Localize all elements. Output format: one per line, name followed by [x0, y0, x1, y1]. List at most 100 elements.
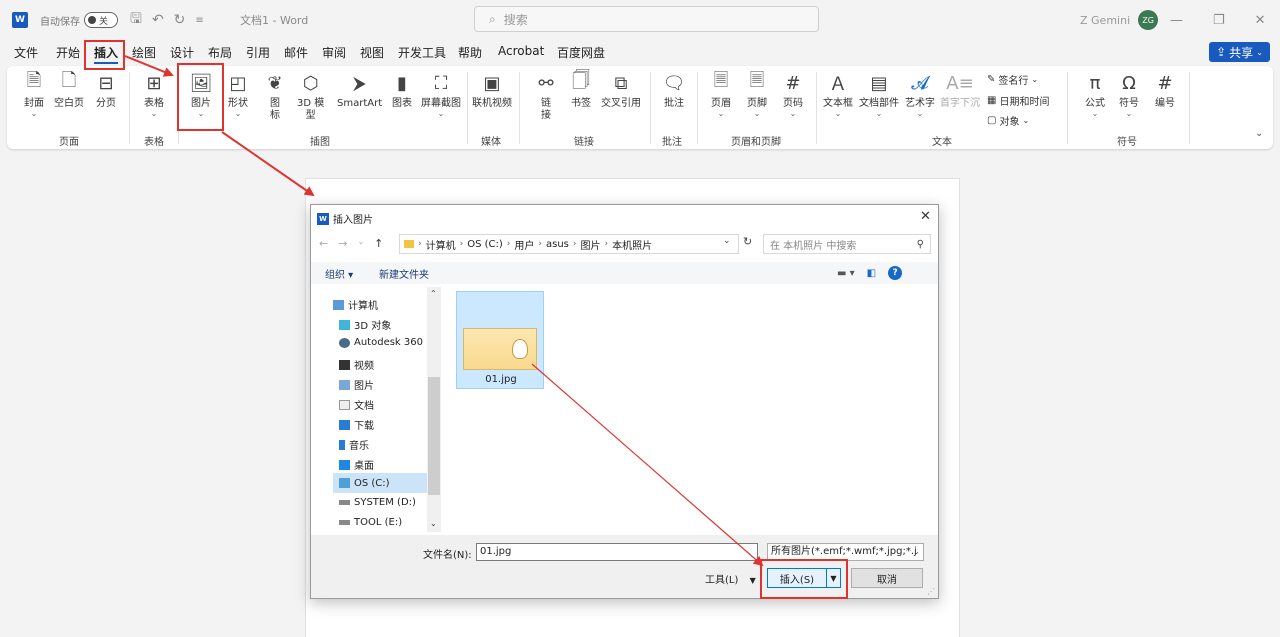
tab-draw[interactable]: 绘图 [132, 44, 156, 61]
autosave-control[interactable]: 自动保存 关 [40, 0, 118, 40]
numbering-button[interactable]: # 编号 [1153, 70, 1177, 110]
screenshot-button[interactable]: ⛶ 屏幕截图 ⌄ [421, 70, 461, 118]
nav-item-music[interactable]: 音乐 [339, 437, 369, 452]
breadcrumb-users[interactable]: 用户 [514, 237, 534, 252]
cancel-button[interactable]: 取消 [851, 568, 923, 588]
date-time-button[interactable]: ▦ 日期和时间 [987, 93, 1049, 108]
tab-developer[interactable]: 开发工具 [398, 44, 446, 61]
tab-references[interactable]: 引用 [246, 44, 270, 61]
document-title: 文档1 - Word [240, 14, 309, 27]
breadcrumb-os-c[interactable]: OS (C:) [467, 239, 503, 250]
tab-file[interactable]: 文件 [14, 44, 38, 61]
close-icon[interactable]: ✕ [920, 209, 931, 224]
tab-mailings[interactable]: 邮件 [284, 44, 308, 61]
up-icon[interactable]: ↑ [374, 237, 383, 250]
cover-page-button[interactable]: 🗎 封面 ⌄ [22, 70, 46, 118]
header-button[interactable]: 🗏 页眉 ⌄ [709, 70, 733, 118]
folder-search-placeholder: 在 本机照片 中搜索 [770, 240, 857, 252]
quick-access-toolbar: 🖫 ↶ ↻ ≡ [130, 0, 204, 40]
shapes-button[interactable]: ◰ 形状 ⌄ [226, 70, 250, 118]
file-item[interactable]: 01.jpg [456, 291, 544, 389]
tools-dropdown[interactable]: 工具(L) ▼ [705, 571, 756, 586]
nav-item-documents[interactable]: 文档 [339, 397, 374, 412]
breadcrumb-asus[interactable]: asus [546, 239, 569, 250]
avatar[interactable]: ZG [1138, 10, 1159, 30]
chevron-down-icon[interactable]: ⌄ [430, 519, 437, 528]
minimize-icon[interactable]: — [1170, 13, 1183, 28]
filename-input[interactable]: 01.jpg [476, 543, 758, 561]
table-button[interactable]: ⊞ 表格 ⌄ [142, 70, 166, 118]
nav-item-computer[interactable]: 计算机 [333, 297, 378, 312]
nav-item-3d-objects[interactable]: 3D 对象 [339, 317, 391, 332]
folder-search-input[interactable]: 在 本机照片 中搜索 ⚲ [763, 234, 931, 254]
tab-baidu[interactable]: 百度网盘 [557, 44, 605, 61]
tab-acrobat[interactable]: Acrobat [498, 44, 544, 58]
share-button[interactable]: ⇪ 共享 ⌄ [1209, 42, 1270, 62]
collapse-ribbon-icon[interactable]: ⌄ [1255, 128, 1263, 139]
breadcrumb-computer[interactable]: 计算机 [426, 237, 456, 252]
resize-grip-icon[interactable]: ⋰ [927, 587, 935, 596]
tab-design[interactable]: 设计 [170, 44, 194, 61]
symbol-button[interactable]: Ω 符号 ⌄ [1117, 70, 1141, 118]
object-button[interactable]: ▢ 对象 ⌄ [987, 113, 1029, 128]
3d-models-button[interactable]: ⬡ 3D 模 型 [297, 70, 324, 122]
nav-item-os-c[interactable]: OS (C:) [333, 473, 427, 493]
nav-item-tool-e[interactable]: TOOL (E:) [339, 517, 402, 528]
nav-item-desktop[interactable]: 桌面 [339, 457, 374, 472]
smartart-button[interactable]: ⮞ SmartArt [337, 70, 382, 110]
back-icon[interactable]: ← [319, 237, 328, 250]
save-icon[interactable]: 🖫 [130, 8, 142, 32]
restore-icon[interactable]: ❐ [1213, 13, 1225, 28]
tab-help[interactable]: 帮助 [458, 44, 482, 61]
chart-button[interactable]: ▮ 图表 [390, 70, 414, 110]
chevron-up-icon[interactable]: ⌃ [430, 289, 437, 298]
nav-item-pictures[interactable]: 图片 [339, 377, 374, 392]
link-button[interactable]: ⚯ 链 接 [534, 70, 558, 122]
nav-item-downloads[interactable]: 下载 [339, 417, 374, 432]
customize-icon[interactable]: ≡ [195, 15, 203, 26]
organize-button[interactable]: 组织 ▾ [325, 266, 353, 281]
refresh-icon[interactable]: ↻ [743, 235, 757, 253]
nav-item-videos[interactable]: 视频 [339, 357, 374, 372]
equation-button[interactable]: π 公式 ⌄ [1083, 70, 1107, 118]
chevron-down-icon[interactable]: ⌄ [357, 237, 364, 250]
new-folder-button[interactable]: 新建文件夹 [379, 266, 429, 281]
close-icon[interactable]: ✕ [1255, 13, 1266, 28]
textbox-button[interactable]: Ａ 文本框 ⌄ [823, 70, 853, 118]
autosave-toggle[interactable]: 关 [84, 12, 118, 28]
page-number-button[interactable]: # 页码 ⌄ [781, 70, 805, 118]
user-account[interactable]: Z Gemini ZG [1080, 0, 1159, 40]
tab-home[interactable]: 开始 [56, 44, 80, 61]
wordart-button[interactable]: 𝓐 艺术字 ⌄ [905, 70, 935, 118]
page-break-button[interactable]: ⊟ 分页 [94, 70, 118, 110]
tab-view[interactable]: 视图 [360, 44, 384, 61]
forward-icon[interactable]: → [338, 237, 347, 250]
redo-icon[interactable]: ↻ [174, 12, 186, 28]
nav-item-system-d[interactable]: SYSTEM (D:) [339, 497, 416, 508]
undo-icon[interactable]: ↶ [152, 12, 164, 28]
icons-button[interactable]: ❦ 图 标 [263, 70, 287, 122]
tab-layout[interactable]: 布局 [208, 44, 232, 61]
tab-review[interactable]: 审阅 [322, 44, 346, 61]
chevron-down-icon[interactable]: ⌄ [723, 236, 731, 246]
drop-cap-button[interactable]: A≡ 首字下沉 [940, 70, 980, 110]
footer-button[interactable]: 🗏 页脚 ⌄ [745, 70, 769, 118]
blank-label: 空白页 [54, 98, 84, 109]
view-mode-icon[interactable]: ▬ ▾ [837, 268, 855, 279]
quick-parts-button[interactable]: ▤ 文档部件 ⌄ [859, 70, 899, 118]
address-bar[interactable]: › 计算机 › OS (C:) › 用户 › asus › 图片 › 本机照片 [399, 234, 739, 254]
signature-line-button[interactable]: ✎ 签名行 ⌄ [987, 72, 1038, 87]
blank-page-button[interactable]: 🗋 空白页 [54, 70, 84, 110]
bookmark-button[interactable]: 🗍 书签 [569, 70, 593, 110]
help-icon[interactable]: ? [888, 266, 903, 280]
breadcrumb-local-photos[interactable]: 本机照片 [612, 237, 652, 252]
breadcrumb-pictures[interactable]: 图片 [581, 237, 601, 252]
cross-reference-button[interactable]: ⧉ 交叉引用 [601, 70, 641, 110]
online-video-button[interactable]: ▣ 联机视频 [472, 70, 512, 110]
comment-button[interactable]: 🗨 批注 [662, 70, 686, 110]
preview-pane-icon[interactable]: ◧ [867, 268, 876, 279]
nav-item-autodesk[interactable]: Autodesk 360 [339, 337, 423, 348]
nav-scrollbar[interactable]: ⌃ ⌄ [427, 287, 441, 532]
scrollbar-thumb[interactable] [428, 377, 440, 495]
search-input[interactable]: ⌕ 搜索 [474, 6, 819, 32]
